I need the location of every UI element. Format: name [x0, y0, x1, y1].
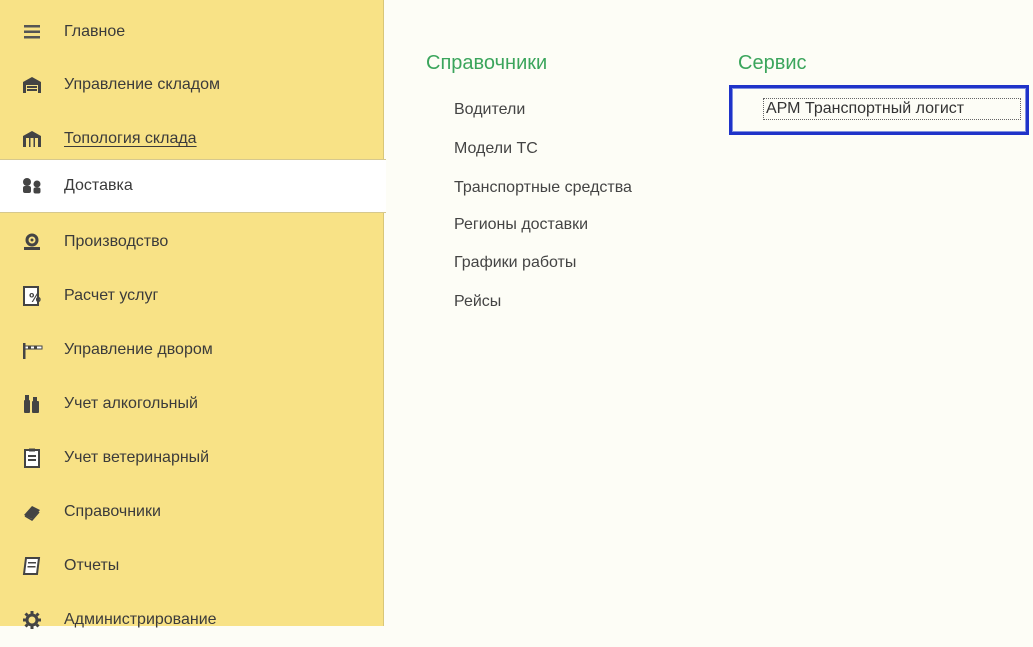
- sidebar-item-label: Справочники: [64, 503, 161, 520]
- sidebar-item-main[interactable]: Главное: [0, 5, 384, 59]
- yard-barrier-icon: [20, 338, 44, 362]
- gear-icon: [20, 608, 44, 632]
- sidebar-item-label: Администрирование: [64, 611, 217, 628]
- sidebar-item-label: Управление двором: [64, 341, 213, 358]
- sidebar-item-production[interactable]: Производство: [0, 215, 384, 269]
- sidebar-item-warehouse-topology[interactable]: Топология склада: [0, 112, 384, 166]
- sidebar-item-yard-management[interactable]: Управление двором: [0, 323, 384, 377]
- sidebar-item-label: Главное: [64, 23, 126, 40]
- sidebar-item-delivery[interactable]: Доставка: [0, 159, 386, 213]
- sidebar-item-label: Отчеты: [64, 557, 120, 574]
- sidebar-item-label: Доставка: [64, 177, 133, 194]
- sidebar-item-label: Управление складом: [64, 76, 221, 93]
- sidebar-item-label: Топология склада: [64, 130, 197, 147]
- vet-clipboard-icon: [20, 446, 44, 470]
- sidebar-item-reports[interactable]: Отчеты: [0, 539, 384, 593]
- sidebar-item-warehouse-management[interactable]: Управление складом: [0, 58, 384, 112]
- sidebar-item-alcohol-accounting[interactable]: Учет алкогольный: [0, 377, 384, 431]
- warehouse-topology-icon: [20, 127, 44, 151]
- production-icon: [20, 230, 44, 254]
- reports-icon: [20, 554, 44, 578]
- alcohol-bottles-icon: [20, 392, 44, 416]
- sidebar-item-directories[interactable]: Справочники: [0, 485, 384, 539]
- section-title-service: Сервис: [738, 52, 807, 74]
- link-vehicle-models[interactable]: Модели ТС: [454, 140, 538, 158]
- sidebar-item-label: Учет алкогольный: [64, 395, 198, 412]
- link-work-schedules[interactable]: Графики работы: [454, 254, 576, 272]
- sidebar-item-administration[interactable]: Администрирование: [0, 593, 384, 647]
- delivery-people-icon: [20, 174, 44, 198]
- link-delivery-regions[interactable]: Регионы доставки: [454, 216, 588, 234]
- svg-text:%: %: [29, 291, 41, 305]
- sidebar-item-label: Учет ветеринарный: [64, 449, 210, 466]
- sidebar-item-services-calc[interactable]: % Расчет услуг: [0, 269, 384, 323]
- link-vehicles[interactable]: Транспортные средства: [454, 179, 632, 197]
- link-drivers[interactable]: Водители: [454, 101, 525, 119]
- link-transport-logist-workstation[interactable]: АРМ Транспортный логист: [763, 98, 1021, 120]
- warehouse-icon: [20, 73, 44, 97]
- sidebar-item-label: Расчет услуг: [64, 287, 159, 304]
- section-title-directories: Справочники: [426, 52, 548, 74]
- sidebar-item-label: Производство: [64, 233, 169, 250]
- focus-highlight: АРМ Транспортный логист: [729, 85, 1029, 135]
- sections-sidebar: Главное Управление складом Топология скл…: [0, 0, 386, 629]
- sidebar-item-vet-accounting[interactable]: Учет ветеринарный: [0, 431, 384, 485]
- services-calc-icon: %: [20, 284, 44, 308]
- menu-lines-icon: [20, 20, 44, 44]
- book-icon: [20, 500, 44, 524]
- link-trips[interactable]: Рейсы: [454, 293, 501, 311]
